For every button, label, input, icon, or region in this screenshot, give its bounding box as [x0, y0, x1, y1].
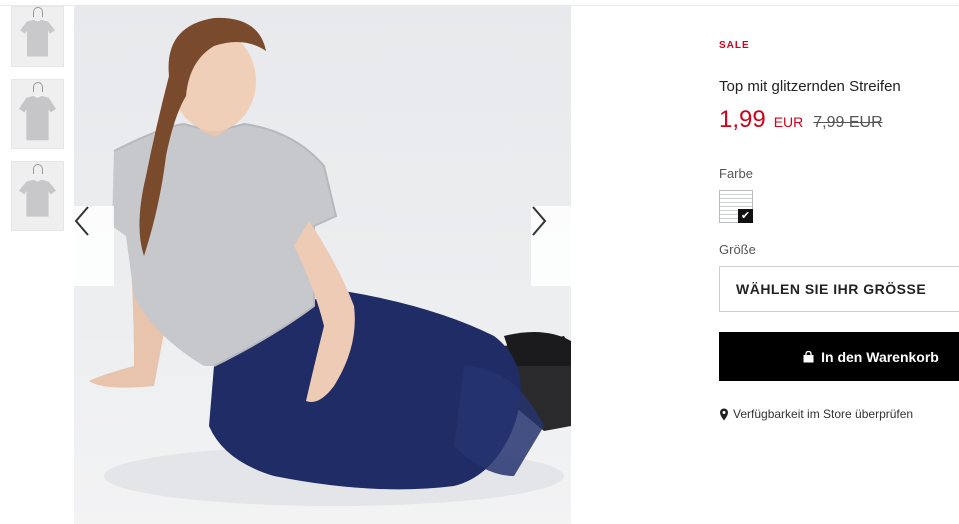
thumbnail-list: [11, 6, 64, 243]
color-label: Farbe: [719, 166, 753, 181]
add-to-cart-label: In den Warenkorb: [821, 348, 939, 365]
size-select[interactable]: WÄHLEN SIE IHR GRÖSSE: [719, 266, 959, 312]
product-photo-illustration: [89, 17, 571, 506]
chevron-left-icon: [74, 206, 89, 236]
location-pin-icon: [720, 408, 728, 420]
product-title: Top mit glitzernden Streifen: [719, 78, 901, 95]
add-to-cart-button[interactable]: In den Warenkorb: [719, 332, 959, 381]
original-price: 7,99 EUR: [813, 114, 883, 131]
checkmark-icon: ✔: [738, 209, 753, 223]
previous-image-button[interactable]: [74, 206, 114, 286]
price-row: 1,99 EUR 7,99 EUR: [719, 106, 883, 134]
product-main-image: [74, 6, 571, 524]
thumbnail-2[interactable]: [11, 79, 64, 149]
thumbnail-3[interactable]: [11, 161, 64, 231]
sale-badge: SALE: [719, 40, 750, 51]
store-availability-link[interactable]: Verfügbarkeit im Store überprüfen: [719, 407, 913, 421]
thumbnail-1[interactable]: [11, 6, 64, 67]
next-image-button[interactable]: [531, 206, 571, 286]
current-price: 1,99: [719, 106, 766, 133]
currency: EUR: [773, 114, 804, 130]
size-label: Größe: [719, 242, 756, 257]
shopping-bag-icon: [803, 350, 814, 362]
chevron-right-icon: [532, 206, 547, 236]
store-availability-label: Verfügbarkeit im Store überprüfen: [733, 407, 914, 421]
color-swatch[interactable]: ✔: [719, 190, 753, 223]
